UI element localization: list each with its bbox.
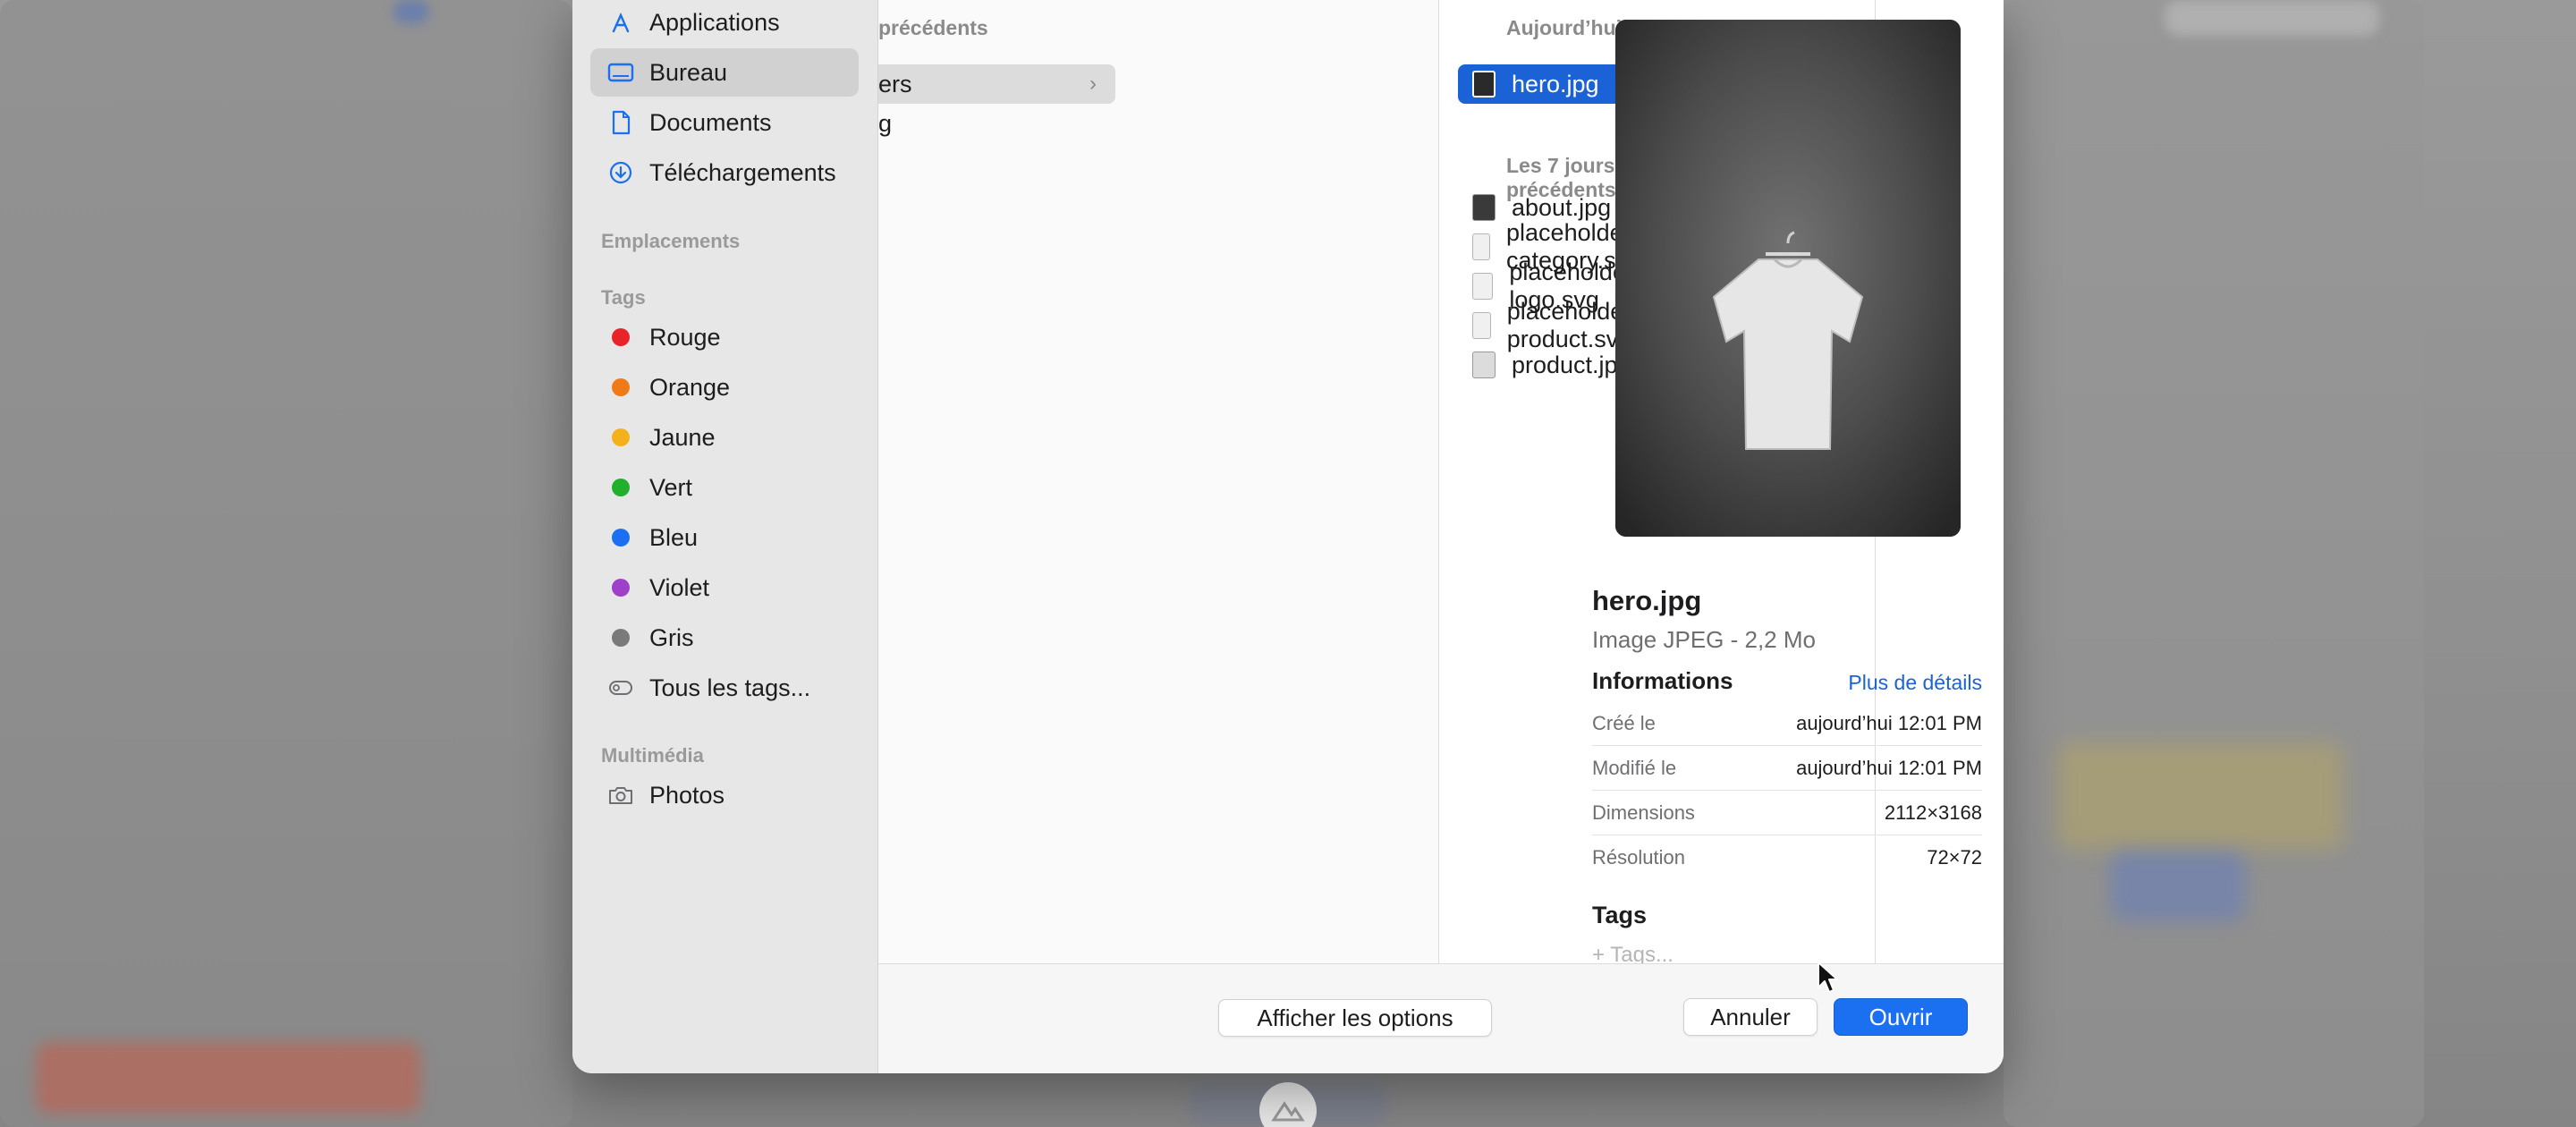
sidebar: Applications Bureau Documents Télécharge… <box>572 0 878 1073</box>
sidebar-tag-violet[interactable]: Violet <box>590 564 859 612</box>
info-key: Dimensions <box>1592 801 1695 824</box>
open-button[interactable]: Ouvrir <box>1834 998 1968 1036</box>
sidebar-item-label: Téléchargements <box>649 158 836 186</box>
info-key: Résolution <box>1592 846 1685 869</box>
sidebar-tag-rouge[interactable]: Rouge <box>590 313 859 361</box>
sidebar-tag-bleu[interactable]: Bleu <box>590 513 859 562</box>
chevron-right-icon: › <box>1089 72 1097 96</box>
info-row-modified: Modifié le aujourd’hui 12:01 PM <box>1592 746 1982 791</box>
sidebar-item-applications[interactable]: Applications <box>590 0 859 47</box>
tag-color-dot <box>606 523 635 552</box>
sidebar-item-bureau[interactable]: Bureau <box>590 48 859 97</box>
show-options-button[interactable]: Afficher les options <box>1218 999 1492 1037</box>
file-label: hero.jpg <box>1512 70 1599 97</box>
sidebar-item-telechargements[interactable]: Téléchargements <box>590 148 859 197</box>
desktop-icon <box>606 58 635 87</box>
sidebar-item-label: Orange <box>649 373 731 401</box>
applications-icon <box>606 8 635 37</box>
info-row-resolution: Résolution 72×72 <box>1592 835 1982 880</box>
image-preview <box>1615 20 1961 537</box>
image-thumbnail-icon <box>1472 71 1496 97</box>
background-left-panel <box>0 0 572 1127</box>
open-file-dialog: Applications Bureau Documents Télécharge… <box>572 0 2004 1073</box>
tag-color-dot <box>606 623 635 652</box>
sidebar-all-tags[interactable]: Tous les tags... <box>590 664 859 712</box>
column-header: précédents <box>878 16 988 39</box>
info-value: 2112×3168 <box>1884 801 1982 824</box>
info-row-created: Créé le aujourd’hui 12:01 PM <box>1592 701 1982 746</box>
svg-file-icon <box>1472 233 1491 260</box>
sidebar-item-label: Applications <box>649 8 780 36</box>
sidebar-item-label: Jaune <box>649 423 716 451</box>
file-row[interactable]: g <box>878 106 892 141</box>
info-value: aujourd’hui 12:01 PM <box>1796 711 1982 734</box>
file-label: g <box>878 109 893 137</box>
info-row-dimensions: Dimensions 2112×3168 <box>1592 791 1982 835</box>
column-browser: précédents ers › g Aujourd’hui hero.jpg … <box>878 0 1876 963</box>
background-yellow-shape <box>2057 742 2343 850</box>
sidebar-item-label: Vert <box>649 473 693 501</box>
image-thumbnail-icon <box>1472 194 1496 221</box>
sidebar-item-label: Bleu <box>649 523 699 551</box>
background-red-shape <box>36 1042 420 1114</box>
sidebar-item-label: Rouge <box>649 323 721 351</box>
sidebar-section-tags: Tags <box>601 286 646 309</box>
sidebar-tag-orange[interactable]: Orange <box>590 363 859 411</box>
background-blue-dot <box>394 0 429 23</box>
sidebar-item-label: Documents <box>649 108 772 136</box>
folder-label: ers <box>878 70 912 97</box>
background-top-shape <box>2165 0 2379 36</box>
sidebar-item-documents[interactable]: Documents <box>590 98 859 147</box>
sidebar-tag-gris[interactable]: Gris <box>590 614 859 662</box>
preview-kind: Image JPEG - 2,2 Mo <box>1592 626 1816 653</box>
download-icon <box>606 158 635 187</box>
tag-color-dot <box>606 473 635 502</box>
info-value: aujourd’hui 12:01 PM <box>1796 756 1982 779</box>
tags-header: Tags <box>1592 902 1648 928</box>
image-thumbnail-icon <box>1472 352 1496 378</box>
camera-icon <box>606 781 635 809</box>
sidebar-item-label: Tous les tags... <box>649 674 811 701</box>
column-folders: précédents ers › g <box>878 0 1438 963</box>
preview-filename: hero.jpg <box>1592 585 1702 616</box>
file-row-hero[interactable]: hero.jpg <box>1472 66 1599 102</box>
sidebar-item-photos[interactable]: Photos <box>590 771 859 819</box>
background-right-panel <box>2004 0 2424 1127</box>
cancel-button[interactable]: Annuler <box>1683 998 1818 1036</box>
folder-row[interactable]: ers <box>878 66 912 102</box>
sidebar-section-multimedia: Multimédia <box>601 744 704 767</box>
tag-color-dot <box>606 423 635 452</box>
info-key: Créé le <box>1592 711 1656 734</box>
sidebar-tag-jaune[interactable]: Jaune <box>590 413 859 462</box>
selected-folder-highlight <box>878 64 1115 104</box>
sidebar-section-emplacements: Emplacements <box>601 230 741 252</box>
background-blue-shape <box>2111 850 2245 921</box>
tag-color-dot <box>606 573 635 602</box>
all-tags-icon <box>606 674 635 702</box>
file-label: about.jpg <box>1512 193 1612 221</box>
svg-file-icon <box>1472 273 1494 300</box>
sidebar-item-label: Gris <box>649 623 694 651</box>
file-row-product[interactable]: product.jpg <box>1472 347 1631 383</box>
sidebar-item-label: Violet <box>649 573 710 601</box>
section-header-today: Aujourd’hui <box>1506 16 1623 39</box>
info-key: Modifié le <box>1592 756 1677 779</box>
sidebar-tag-vert[interactable]: Vert <box>590 463 859 512</box>
mouse-pointer-icon <box>1816 961 1839 999</box>
svg-file-icon <box>1472 312 1491 339</box>
info-value: 72×72 <box>1927 846 1982 869</box>
info-header: Informations <box>1592 667 1733 694</box>
tag-color-dot <box>606 323 635 352</box>
more-details-link[interactable]: Plus de détails <box>1848 671 1982 695</box>
sidebar-item-label: Photos <box>649 781 725 809</box>
document-icon <box>606 108 635 137</box>
file-label: product.jpg <box>1512 351 1631 378</box>
sidebar-item-label: Bureau <box>649 58 728 86</box>
tag-color-dot <box>606 373 635 402</box>
